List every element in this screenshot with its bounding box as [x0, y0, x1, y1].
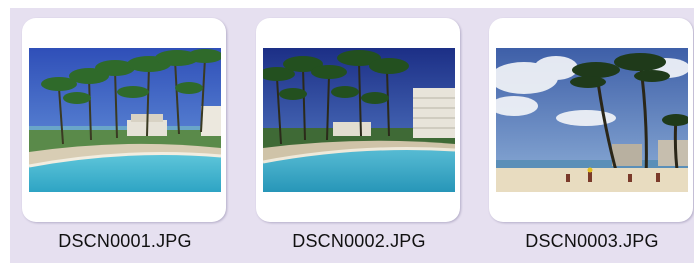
- thumbnail-item[interactable]: DSCN0003.JPG: [489, 0, 694, 263]
- thumbnail-item[interactable]: DSCN0001.JPG: [22, 0, 228, 263]
- thumbnail-image[interactable]: [29, 48, 221, 192]
- thumbnail-frame[interactable]: [22, 18, 226, 222]
- thumbnail-filename[interactable]: DSCN0001.JPG: [22, 231, 228, 252]
- thumbnail-browser-panel: DSCN0001.JPG DSCN0002.JPG DSCN0003.JPG: [0, 0, 694, 263]
- thumbnail-filename[interactable]: DSCN0002.JPG: [256, 231, 462, 252]
- thumbnail-item[interactable]: DSCN0002.JPG: [256, 0, 462, 263]
- panel-left-edge: [0, 0, 10, 263]
- thumbnail-frame[interactable]: [489, 18, 693, 222]
- thumbnail-image[interactable]: [263, 48, 455, 192]
- thumbnail-filename[interactable]: DSCN0003.JPG: [489, 231, 694, 252]
- thumbnail-image[interactable]: [496, 48, 688, 192]
- thumbnail-frame[interactable]: [256, 18, 460, 222]
